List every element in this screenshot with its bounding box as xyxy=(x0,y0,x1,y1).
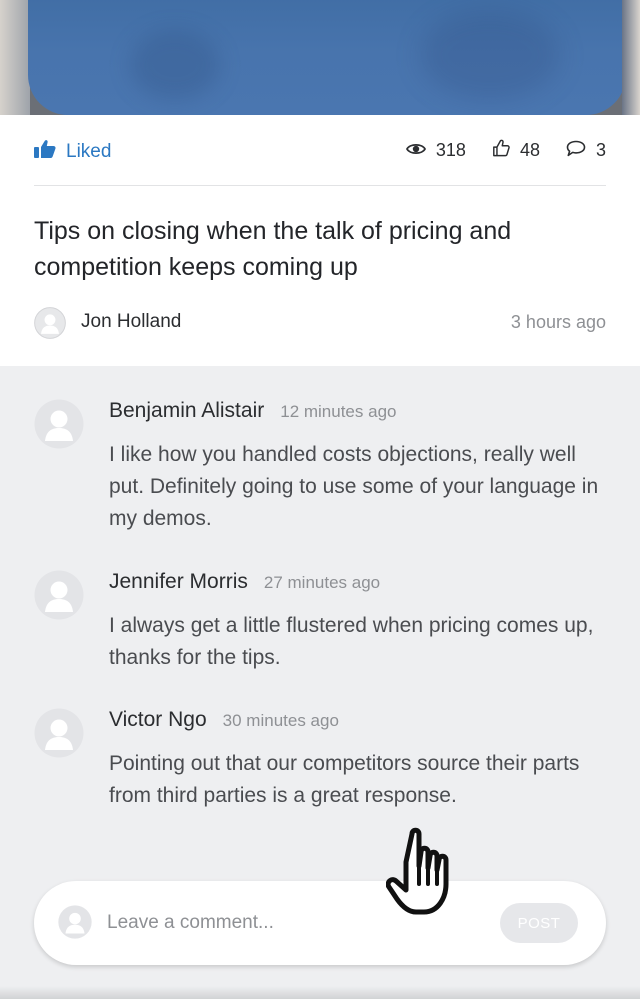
post-actions-bar: Liked 318 48 3 xyxy=(34,139,606,163)
post-author: Jon Holland 3 hours ago xyxy=(34,307,606,341)
comment-timestamp: 30 minutes ago xyxy=(222,711,339,730)
user-placeholder-icon xyxy=(58,905,92,939)
views-count: 318 xyxy=(435,140,466,160)
comment-item: Victor Ngo 30 minutes ago Pointing out t… xyxy=(34,708,606,818)
views-stat: 318 xyxy=(405,140,466,161)
comment-text: I like how you handled costs objections,… xyxy=(109,443,599,530)
comment-item: Benjamin Alistair 12 minutes ago I like … xyxy=(34,399,606,539)
post-card: Liked 318 48 3 Tips on closing when the … xyxy=(0,115,640,366)
post-button[interactable]: POST xyxy=(500,903,578,943)
divider xyxy=(34,185,606,186)
author-name[interactable]: Jon Holland xyxy=(81,311,181,333)
comments-count: 3 xyxy=(595,140,606,160)
comments-stat[interactable]: 3 xyxy=(566,140,606,162)
user-placeholder-icon[interactable] xyxy=(34,399,84,449)
hand-pointer-icon xyxy=(385,826,476,918)
comment-text: Pointing out that our competitors source… xyxy=(109,752,580,807)
commenter-name[interactable]: Victor Ngo xyxy=(109,708,207,732)
likes-stat[interactable]: 48 xyxy=(492,139,540,162)
post-cover-image xyxy=(0,0,640,115)
liked-button[interactable]: Liked xyxy=(34,139,111,165)
post-title[interactable]: Tips on closing when the talk of pricing… xyxy=(34,213,594,285)
speech-bubble-icon xyxy=(566,140,586,162)
bottom-edge-shadow xyxy=(0,986,640,999)
user-placeholder-icon[interactable] xyxy=(34,708,84,758)
comment-header: Jennifer Morris 27 minutes ago xyxy=(109,570,380,594)
post-timestamp: 3 hours ago xyxy=(510,312,606,332)
user-placeholder-icon[interactable] xyxy=(34,307,66,339)
eye-icon xyxy=(405,140,426,161)
post-stats: 318 48 3 xyxy=(405,139,606,162)
comment-item: Jennifer Morris 27 minutes ago I always … xyxy=(34,570,606,680)
commenter-name[interactable]: Benjamin Alistair xyxy=(109,399,264,423)
comment-header: Victor Ngo 30 minutes ago xyxy=(109,708,339,732)
comment-timestamp: 12 minutes ago xyxy=(280,402,397,421)
image-background-left xyxy=(0,0,30,115)
comment-timestamp: 27 minutes ago xyxy=(263,573,381,592)
commenter-name[interactable]: Jennifer Morris xyxy=(109,570,248,594)
comment-header: Benjamin Alistair 12 minutes ago xyxy=(109,399,396,423)
liked-label: Liked xyxy=(66,141,112,162)
thumbs-up-filled-icon xyxy=(34,139,56,165)
comment-composer: POST xyxy=(34,881,606,965)
likes-count: 48 xyxy=(519,140,540,160)
user-placeholder-icon[interactable] xyxy=(34,570,84,620)
comment-text: I always get a little flustered when pri… xyxy=(109,614,594,669)
comments-section: Benjamin Alistair 12 minutes ago I like … xyxy=(0,366,640,999)
image-background-right xyxy=(622,0,640,115)
thumbs-up-outline-icon xyxy=(492,139,510,162)
